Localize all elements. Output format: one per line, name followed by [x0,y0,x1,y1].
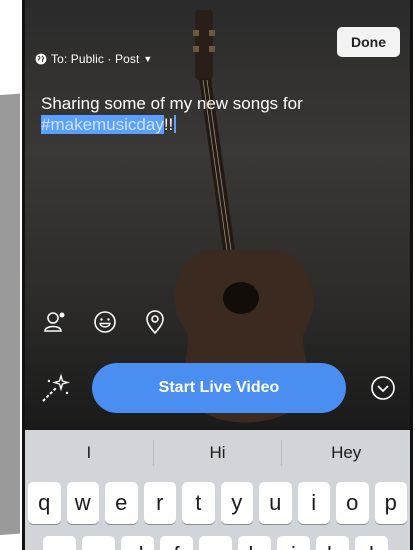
start-live-video-button[interactable]: Start Live Video [92,363,346,413]
suggestion-item[interactable]: I [25,440,154,466]
key-row-2: a s d f g h j k l [25,536,410,550]
suggestion-item[interactable]: Hey [282,440,410,466]
key-d[interactable]: d [121,536,154,550]
audience-caret-icon: ▼ [143,54,153,64]
phone-screen: To: Public · Post ▼ Done Sharing some of… [22,0,413,550]
composer-tools [41,308,169,336]
key-l[interactable]: l [355,536,388,550]
key-r[interactable]: r [143,482,176,524]
globe-icon [35,53,47,65]
text-cursor [174,115,177,133]
key-a[interactable]: a [43,536,76,550]
key-k[interactable]: k [316,536,349,550]
background-device-edge [0,93,20,535]
keyboard: I Hi Hey q w e r t y u i o p a s d f g h… [25,430,410,550]
key-y[interactable]: y [220,482,253,524]
key-w[interactable]: w [66,482,99,524]
chevron-down-circle-icon [371,376,395,400]
key-g[interactable]: g [199,536,232,550]
key-i[interactable]: i [297,482,330,524]
camera-preview: To: Public · Post ▼ Done Sharing some of… [25,0,410,430]
key-u[interactable]: u [259,482,292,524]
predictive-bar: I Hi Hey [25,430,410,476]
magic-wand-icon [42,373,70,402]
emoji-icon [94,311,116,333]
key-o[interactable]: o [336,482,369,524]
key-t[interactable]: t [182,482,215,524]
audience-label: To: Public · Post [51,52,140,66]
feeling-button[interactable] [91,308,119,336]
key-row-1: q w e r t y u i o p [25,482,410,524]
key-f[interactable]: f [160,536,193,550]
key-s[interactable]: s [82,536,115,550]
done-button[interactable]: Done [337,27,400,57]
caption-suffix: !! [163,115,174,134]
key-j[interactable]: j [277,536,310,550]
audience-selector[interactable]: To: Public · Post ▼ [35,52,152,66]
check-in-button[interactable] [141,308,169,336]
suggestion-item[interactable]: Hi [154,440,283,466]
location-pin-icon [146,310,164,335]
tag-people-icon [44,312,65,332]
caption-text: Sharing some of my new songs for [41,94,303,113]
tag-people-button[interactable] [41,308,69,336]
key-p[interactable]: p [374,482,407,524]
key-q[interactable]: q [28,482,61,524]
key-e[interactable]: e [105,482,138,524]
status-text-input[interactable]: Sharing some of my new songs for #makemu… [41,93,341,135]
collapse-button[interactable] [370,375,396,401]
key-h[interactable]: h [238,536,271,550]
selected-hashtag: #makemusicday [41,115,164,134]
effects-button[interactable] [39,373,71,405]
